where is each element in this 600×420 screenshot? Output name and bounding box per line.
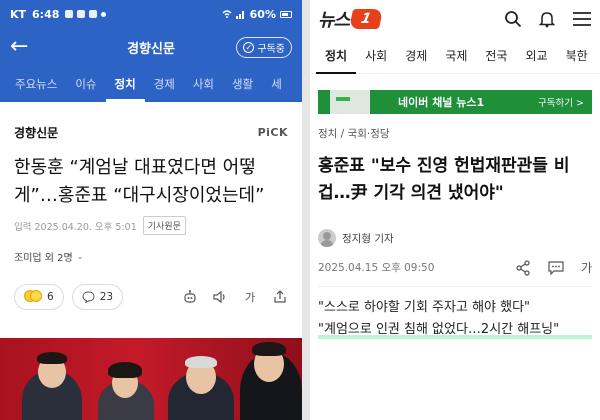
tab-nationwide[interactable]: 전국 bbox=[476, 38, 516, 74]
tab-politics[interactable]: 정치 bbox=[316, 38, 357, 74]
font-size-label: 가 bbox=[244, 291, 256, 304]
category-tabs: 주요뉴스 이슈 정치 경제 사회 생활 세 bbox=[0, 66, 302, 102]
tab-society[interactable]: 사회 bbox=[184, 66, 223, 102]
breadcrumb[interactable]: 정치 / 국회·정당 bbox=[310, 114, 600, 141]
font-size-button[interactable]: 가 bbox=[242, 289, 258, 305]
tab-diplomacy[interactable]: 외교 bbox=[516, 38, 556, 74]
tab-economy[interactable]: 경제 bbox=[396, 38, 436, 74]
news1-header: 뉴스 1 bbox=[310, 0, 600, 38]
tab-economy[interactable]: 경제 bbox=[145, 66, 184, 102]
header-icons bbox=[504, 10, 592, 28]
banner-text: 네이버 채널 뉴스1 bbox=[398, 96, 485, 109]
author-row[interactable]: 정지형 기자 bbox=[310, 207, 600, 247]
comment-icon bbox=[82, 291, 95, 303]
font-size-button[interactable]: 가 bbox=[581, 259, 592, 276]
search-icon[interactable] bbox=[504, 10, 522, 28]
clock-label: 6:48 bbox=[32, 7, 60, 21]
notification-icon bbox=[65, 10, 74, 18]
status-bar: KT 6:48 60% bbox=[0, 0, 302, 28]
article-tools: 가 bbox=[515, 259, 592, 276]
notification-icons bbox=[65, 10, 107, 18]
naver-channel-banner[interactable]: 네이버 채널 뉴스1 구독하기 > bbox=[318, 90, 592, 114]
tab-issue[interactable]: 이슈 bbox=[66, 66, 105, 102]
wifi-icon bbox=[222, 10, 232, 18]
comment-count: 23 bbox=[99, 291, 114, 303]
subheadline-line-2: "계엄으로 인권 침해 없었다…2시간 해프닝" bbox=[318, 319, 592, 341]
news1-category-tabs: 정치 사회 경제 국제 전국 외교 북한 bbox=[310, 38, 600, 74]
menu-icon[interactable] bbox=[572, 10, 592, 28]
share-icon[interactable] bbox=[515, 259, 531, 276]
publisher-name[interactable]: 경향신문 bbox=[14, 124, 58, 141]
robot-summary-icon[interactable] bbox=[182, 289, 198, 305]
battery-percent: 60% bbox=[249, 7, 276, 21]
news1-article-panel: 뉴스 1 정치 사회 경제 국제 전국 외교 북한 네이버 채널 뉴스1 구독하… bbox=[310, 0, 600, 420]
tab-life[interactable]: 생활 bbox=[223, 66, 262, 102]
tab-international[interactable]: 국제 bbox=[436, 38, 476, 74]
logo-badge: 1 bbox=[348, 9, 384, 29]
article-tools: 가 bbox=[182, 289, 288, 305]
article-meta: 입력 2025.04.20. 오후 5:01 기사원문 bbox=[0, 210, 302, 235]
chevron-down-icon: ⌄ bbox=[76, 252, 84, 261]
subscribe-button[interactable]: ✓ 구독중 bbox=[236, 36, 292, 58]
tab-world[interactable]: 세 bbox=[262, 66, 291, 102]
tab-politics[interactable]: 정치 bbox=[105, 66, 145, 102]
article-subheadline: "스스로 하야할 기회 주자고 해야 했다" "계엄으로 인권 침해 없었다…2… bbox=[310, 287, 600, 341]
tab-society[interactable]: 사회 bbox=[356, 38, 396, 74]
tab-main-news[interactable]: 주요뉴스 bbox=[6, 66, 66, 102]
author-row[interactable]: 조미덥 외 2명 ⌄ bbox=[0, 235, 302, 264]
subscribe-label: 구독중 bbox=[257, 43, 285, 55]
author-name: 조미덥 외 2명 bbox=[14, 253, 73, 264]
check-icon: ✓ bbox=[243, 41, 255, 53]
bell-icon[interactable] bbox=[538, 10, 556, 28]
avatar bbox=[318, 229, 336, 247]
speaker-icon[interactable] bbox=[212, 289, 228, 305]
reaction-count: 6 bbox=[47, 291, 54, 303]
screenshot-comparison: KT 6:48 60% ← 경향신문 ✓ 구독중 주요뉴스 이슈 정치 경제 사… bbox=[0, 0, 600, 420]
pick-badge: PiCK bbox=[257, 125, 288, 139]
mail-icon bbox=[77, 10, 86, 18]
app-bar: ← 경향신문 ✓ 구독중 bbox=[0, 28, 302, 66]
author-name: 정지형 기자 bbox=[342, 232, 394, 245]
comment-button[interactable]: 23 bbox=[71, 284, 124, 310]
message-icon bbox=[89, 10, 98, 18]
tab-north-korea[interactable]: 북한 bbox=[557, 38, 597, 74]
subheadline-line-1: "스스로 하야할 기회 주자고 해야 했다" bbox=[318, 300, 531, 315]
publish-date: 2025.04.15 오후 09:50 bbox=[318, 262, 435, 274]
subscribe-link[interactable]: 구독하기 > bbox=[538, 95, 584, 109]
dot-icon bbox=[101, 11, 107, 17]
reaction-button[interactable]: 6 bbox=[14, 284, 64, 310]
back-arrow-icon[interactable]: ← bbox=[10, 36, 34, 58]
signal-icon bbox=[235, 11, 244, 19]
news1-logo[interactable]: 뉴스 1 bbox=[318, 6, 384, 32]
publish-date: 입력 2025.04.20. 오후 5:01 bbox=[14, 221, 137, 233]
publisher-row: 경향신문 PiCK bbox=[0, 116, 302, 148]
phone-graphic bbox=[330, 90, 370, 114]
article-photo bbox=[0, 338, 302, 420]
kyunghyang-article-panel: KT 6:48 60% ← 경향신문 ✓ 구독중 주요뉴스 이슈 정치 경제 사… bbox=[0, 0, 302, 420]
article-headline: 홍준표 "보수 진영 헌법재판관들 비겁…尹 기각 의견 냈어야" bbox=[318, 156, 570, 203]
logo-text: 뉴스 bbox=[318, 10, 350, 31]
emoji-reaction-icon bbox=[24, 290, 42, 304]
panel-divider bbox=[302, 0, 310, 420]
original-article-button[interactable]: 기사원문 bbox=[142, 216, 186, 235]
article-headline: 한동훈 “계엄날 대표였다면 어떻게”…홍준표 “대구시장이었는데” bbox=[14, 157, 265, 206]
share-icon[interactable] bbox=[272, 289, 288, 305]
article-meta: 2025.04.15 오후 09:50 가 bbox=[310, 247, 600, 276]
battery-icon bbox=[280, 10, 292, 18]
article-actions: 6 23 가 bbox=[0, 264, 302, 310]
system-indicators: 60% bbox=[222, 8, 292, 21]
carrier-label: KT bbox=[10, 7, 27, 21]
comment-icon[interactable] bbox=[547, 260, 565, 276]
